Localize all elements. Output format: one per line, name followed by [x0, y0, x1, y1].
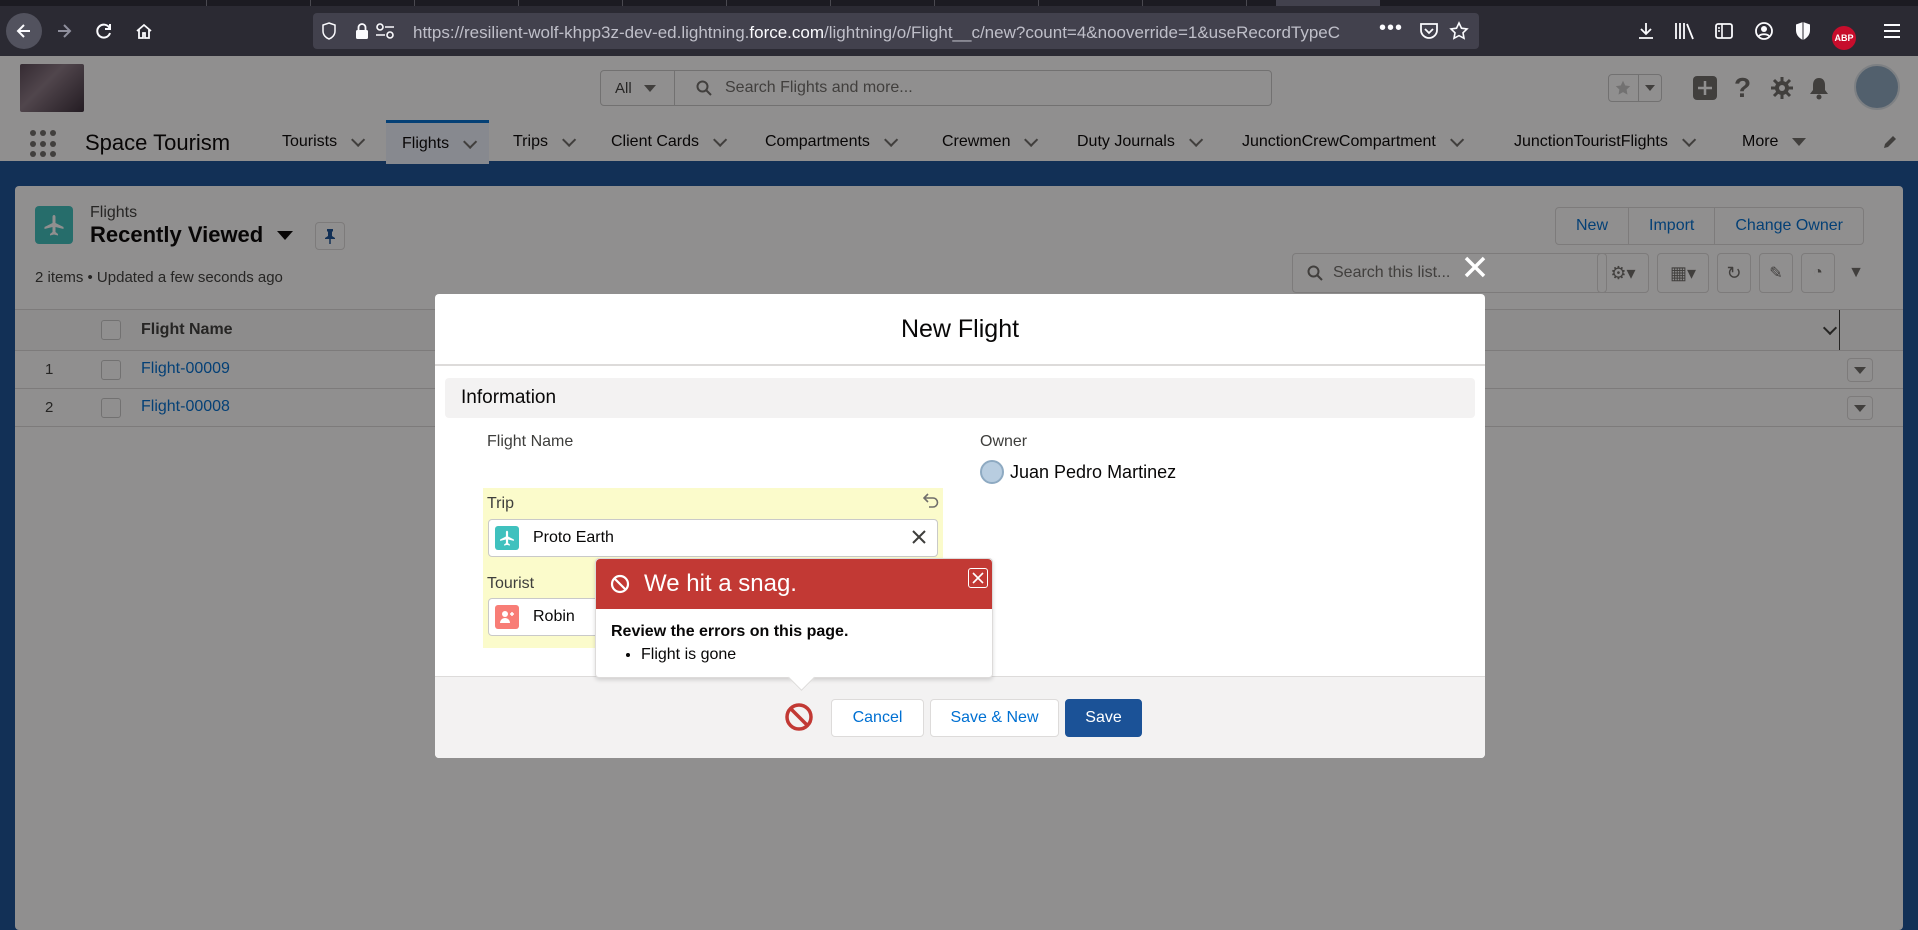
home-button[interactable] — [126, 13, 162, 49]
owner-avatar — [980, 460, 1004, 484]
owner-label: Owner — [980, 433, 1028, 450]
tourist-value: Robin — [533, 608, 575, 625]
contact-icon — [495, 605, 519, 629]
error-heading: We hit a snag. — [644, 570, 797, 597]
menu-icon[interactable] — [1882, 21, 1902, 41]
trip-label: Trip — [487, 495, 514, 512]
error-close-button[interactable] — [968, 568, 988, 588]
extension-shield-icon[interactable] — [1794, 21, 1812, 41]
ban-icon — [610, 574, 630, 594]
arrow-left-icon — [16, 24, 30, 38]
trip-value: Proto Earth — [533, 529, 614, 546]
error-item[interactable]: Flight is gone — [641, 646, 848, 664]
page-actions-icon[interactable]: ••• — [1379, 17, 1403, 40]
error-title: Review the errors on this page. — [611, 623, 849, 640]
arrow-right-icon — [58, 24, 72, 38]
clear-icon[interactable] — [911, 529, 927, 550]
error-popover-header: We hit a snag. — [596, 559, 992, 609]
back-button[interactable] — [6, 13, 42, 49]
error-body: Review the errors on this page. Flight i… — [611, 623, 848, 664]
download-icon[interactable] — [1636, 21, 1656, 41]
cancel-button[interactable]: Cancel — [831, 699, 924, 737]
forward-button[interactable] — [46, 13, 82, 49]
tourist-label: Tourist — [487, 575, 535, 592]
flight-name-label: Flight Name — [487, 433, 574, 450]
lock-icon — [356, 23, 368, 39]
reload-icon — [96, 23, 111, 39]
airplane-icon — [495, 526, 519, 550]
home-icon — [136, 23, 152, 39]
shield-icon — [322, 22, 336, 40]
modal-title: New Flight — [435, 294, 1485, 366]
adblock-icon[interactable]: ABP — [1832, 26, 1856, 50]
save-button[interactable]: Save — [1065, 699, 1142, 737]
error-list: Flight is gone — [641, 646, 848, 664]
error-popover: We hit a snag. Review the errors on this… — [595, 558, 993, 678]
modal-footer: Cancel Save & New Save — [435, 676, 1485, 758]
save-and-new-button[interactable]: Save & New — [930, 699, 1059, 737]
library-icon[interactable] — [1674, 21, 1696, 41]
new-flight-modal: New Flight Information Flight Name Owner… — [435, 294, 1485, 758]
account-icon[interactable] — [1754, 21, 1774, 41]
ban-icon — [785, 703, 813, 731]
sidebar-icon[interactable] — [1714, 21, 1734, 41]
permissions-icon — [376, 23, 394, 39]
trip-lookup[interactable]: Proto Earth — [488, 519, 938, 557]
close-icon — [972, 572, 984, 584]
browser-toolbar: https://resilient-wolf-khpp3z-dev-ed.lig… — [0, 6, 1918, 56]
modal-close-button[interactable] — [1456, 248, 1494, 286]
section-information[interactable]: Information — [445, 378, 1475, 418]
url-text: https://resilient-wolf-khpp3z-dev-ed.lig… — [413, 23, 1341, 42]
pocket-icon[interactable] — [1419, 22, 1439, 40]
undo-icon[interactable] — [922, 492, 939, 513]
error-indicator-button[interactable] — [779, 697, 819, 737]
close-icon — [1464, 256, 1486, 278]
bookmark-star-icon[interactable] — [1449, 21, 1469, 41]
reload-button[interactable] — [86, 13, 122, 49]
owner-value: Juan Pedro Martinez — [980, 460, 1176, 484]
address-bar[interactable]: https://resilient-wolf-khpp3z-dev-ed.lig… — [313, 13, 1479, 49]
